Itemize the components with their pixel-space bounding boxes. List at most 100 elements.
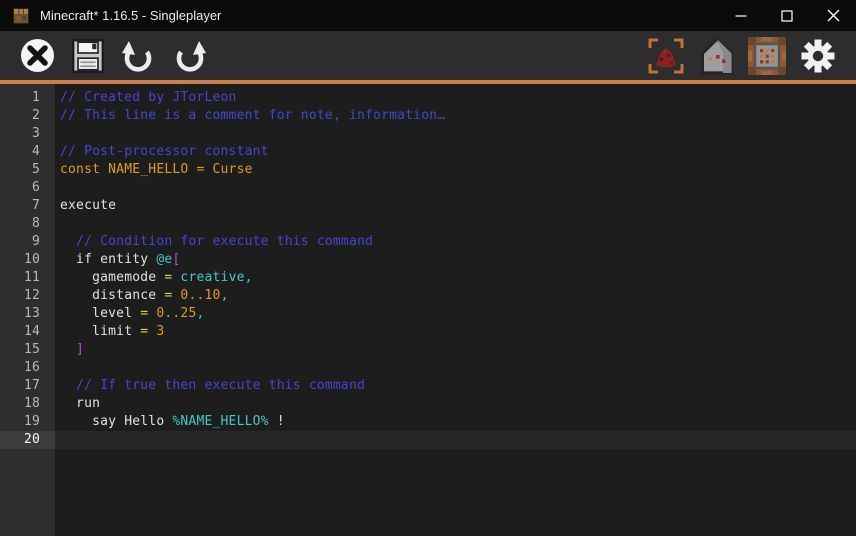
- line-content: run: [55, 395, 856, 413]
- line-number: 11: [0, 269, 55, 287]
- line-number: 1: [0, 89, 55, 107]
- code-line-16[interactable]: 16: [0, 359, 856, 377]
- code-segment-plain: limit: [60, 324, 140, 339]
- settings-button[interactable]: [800, 38, 836, 74]
- code-segment-number: 0..25: [156, 306, 196, 321]
- code-segment-operator: =: [164, 288, 180, 303]
- close-button[interactable]: [810, 0, 856, 31]
- code-line-2[interactable]: 2// This line is a comment for note, inf…: [0, 107, 856, 125]
- code-line-5[interactable]: 5 const NAME_HELLO = Curse: [0, 161, 856, 179]
- code-line-17[interactable]: 17 // If true then execute this command: [0, 377, 856, 395]
- redo-button[interactable]: [172, 38, 208, 74]
- code-line-1[interactable]: 1 // Created by JTorLeon: [0, 89, 856, 107]
- line-content: if entity @e[: [55, 251, 856, 269]
- line-content: execute: [55, 197, 856, 215]
- code-segment-comment: // Created by JTorLeon: [60, 90, 237, 105]
- code-segment-plain: if entity: [60, 252, 156, 267]
- maximize-button[interactable]: [764, 0, 810, 31]
- code-lines: 1 // Created by JTorLeon 2// This line is …: [0, 84, 856, 536]
- gear-icon: [800, 38, 836, 74]
- line-content: [55, 431, 856, 449]
- code-line-6[interactable]: 6: [0, 179, 856, 197]
- line-number: 15: [0, 341, 55, 359]
- line-number: 7: [0, 197, 55, 215]
- code-segment-plain: execute: [60, 198, 116, 213]
- save-button[interactable]: [72, 39, 104, 73]
- crafting-table-icon: [11, 6, 31, 26]
- code-line-15[interactable]: 15 ]: [0, 341, 856, 359]
- code-segment-number: 3: [156, 324, 164, 339]
- line-number: 16: [0, 359, 55, 377]
- code-line-3[interactable]: 3: [0, 125, 856, 143]
- close-editor-button[interactable]: [19, 37, 56, 74]
- code-line-10[interactable]: 10 if entity @e[: [0, 251, 856, 269]
- line-content: // If true then execute this command: [55, 377, 856, 395]
- line-number: 14: [0, 323, 55, 341]
- line-number: 10: [0, 251, 55, 269]
- titlebar: Minecraft* 1.16.5 - Singleplayer: [0, 0, 856, 31]
- code-segment-comment: // If true then execute this command: [60, 378, 365, 393]
- code-segment-comment: // Condition for execute this command: [60, 234, 373, 249]
- line-number: 4: [0, 143, 55, 161]
- home-button[interactable]: [700, 37, 734, 75]
- code-line-20[interactable]: 20: [0, 431, 856, 449]
- line-content: // Condition for execute this command: [55, 233, 856, 251]
- line-content: gamemode = creative,: [55, 269, 856, 287]
- code-segment-plain: say Hello: [60, 414, 172, 429]
- line-number: 18: [0, 395, 55, 413]
- code-line-4[interactable]: 4 // Post-processor constant: [0, 143, 856, 161]
- code-segment-operator: =: [140, 306, 156, 321]
- maximize-icon: [781, 10, 793, 22]
- code-segment-selector: @e: [156, 252, 172, 267]
- window-title: Minecraft* 1.16.5 - Singleplayer: [40, 8, 221, 23]
- line-number: 5: [0, 161, 55, 179]
- redo-arrow-icon: [172, 38, 208, 74]
- floppy-disk-icon: [72, 39, 104, 73]
- code-segment-comment: // Post-processor constant: [60, 144, 269, 159]
- line-content: // Post-processor constant: [55, 143, 856, 161]
- toolbar-left: [19, 37, 208, 74]
- code-line-14[interactable]: 14 limit = 3: [0, 323, 856, 341]
- line-content: const NAME_HELLO = Curse: [55, 161, 856, 179]
- code-line-11[interactable]: 11 gamemode = creative,: [0, 269, 856, 287]
- command-block-button[interactable]: [748, 37, 786, 75]
- line-number: 17: [0, 377, 55, 395]
- command-block-icon: [748, 37, 786, 75]
- line-content: level = 0..25,: [55, 305, 856, 323]
- code-segment-bracket: [: [172, 252, 180, 267]
- line-content: [55, 179, 856, 197]
- line-number: 13: [0, 305, 55, 323]
- code-segment-variable: %NAME_HELLO%: [172, 414, 268, 429]
- code-line-8[interactable]: 8: [0, 215, 856, 233]
- code-line-12[interactable]: 12 distance = 0..10,: [0, 287, 856, 305]
- script-editor[interactable]: 1 // Created by JTorLeon 2// This line is …: [0, 84, 856, 536]
- line-content: // Created by JTorLeon: [55, 89, 856, 107]
- minimize-icon: [735, 10, 747, 22]
- line-content: [55, 215, 856, 233]
- code-segment-selector: ,: [196, 306, 204, 321]
- code-line-9[interactable]: 9 // Condition for execute this command: [0, 233, 856, 251]
- code-segment-plain: distance: [60, 288, 164, 303]
- line-content: ]: [55, 341, 856, 359]
- code-segment-plain: gamemode: [60, 270, 164, 285]
- code-segment-constant: const NAME_HELLO = Curse: [60, 162, 253, 177]
- code-line-13[interactable]: 13 level = 0..25,: [0, 305, 856, 323]
- code-line-7[interactable]: 7 execute: [0, 197, 856, 215]
- window-controls: [718, 0, 856, 31]
- code-line-19[interactable]: 19 say Hello %NAME_HELLO% !: [0, 413, 856, 431]
- line-number: 8: [0, 215, 55, 233]
- code-line-18[interactable]: 18 run: [0, 395, 856, 413]
- line-number: 2: [0, 107, 55, 125]
- toolbar-right: [646, 36, 836, 76]
- minimize-button[interactable]: [718, 0, 764, 31]
- redstone-dust-selection-icon: [646, 36, 686, 76]
- home-block-icon: [700, 37, 734, 75]
- line-content: distance = 0..10,: [55, 287, 856, 305]
- undo-button[interactable]: [120, 38, 156, 74]
- redstone-selection-button[interactable]: [646, 36, 686, 76]
- code-segment-plain: run: [60, 396, 100, 411]
- code-segment-plain: level: [60, 306, 140, 321]
- code-segment-bracket: ]: [60, 342, 84, 357]
- line-number: 20: [0, 431, 55, 449]
- code-segment-plain: !: [269, 414, 285, 429]
